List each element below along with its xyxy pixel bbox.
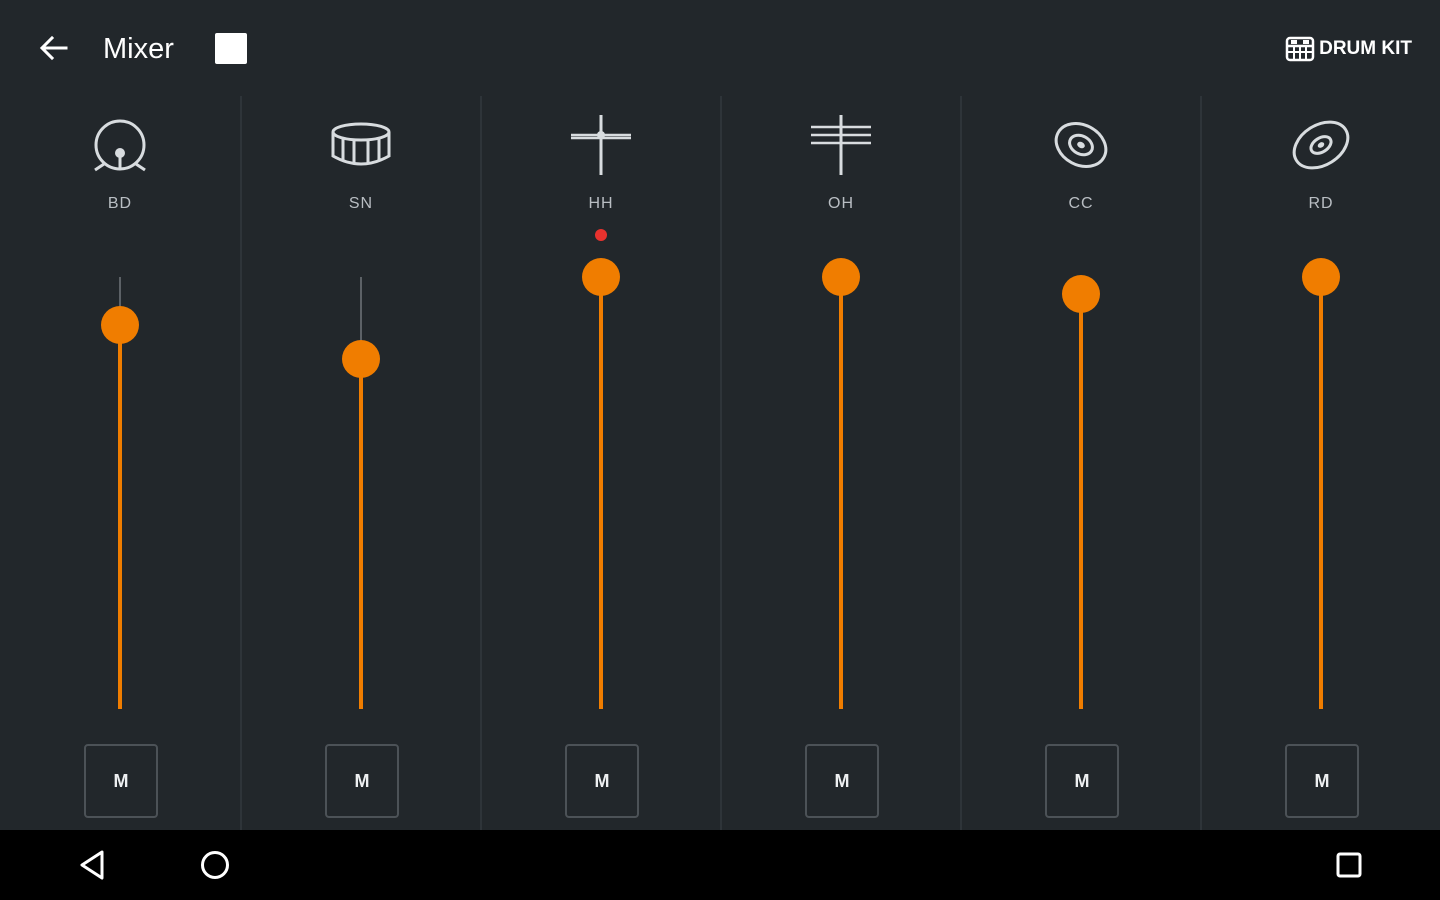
fader-knob[interactable] xyxy=(822,258,860,296)
channel-sn: SN M xyxy=(240,96,480,830)
fader-level-fill xyxy=(359,359,363,709)
fader-knob[interactable] xyxy=(582,258,620,296)
nav-back-button[interactable] xyxy=(72,845,112,885)
nav-back-icon xyxy=(80,850,104,880)
top-app-bar: Mixer DRUM KIT xyxy=(0,0,1440,96)
drum-kit-button[interactable]: DRUM KIT xyxy=(1285,32,1412,66)
nav-home-icon xyxy=(201,851,229,879)
nav-recents-icon xyxy=(1336,852,1362,878)
fader-level-fill xyxy=(1319,277,1323,709)
stop-button[interactable] xyxy=(214,32,248,64)
channel-label: CC xyxy=(1068,195,1094,212)
mixer-screen: Mixer DRUM KIT BD M SN M HH M OH M CC M … xyxy=(0,0,1440,900)
channel-cc: CC M xyxy=(960,96,1200,830)
volume-fader[interactable] xyxy=(1051,275,1111,709)
mixer-channels: BD M SN M HH M OH M CC M RD M xyxy=(0,96,1440,830)
snare-drum-icon xyxy=(325,112,397,178)
channel-label: RD xyxy=(1308,195,1334,212)
volume-fader[interactable] xyxy=(811,258,871,709)
back-button[interactable] xyxy=(30,28,78,68)
mute-button[interactable]: M xyxy=(805,744,879,818)
volume-fader[interactable] xyxy=(331,277,391,709)
fader-level-fill xyxy=(118,325,122,709)
channel-rd: RD M xyxy=(1200,96,1440,830)
channel-label: BD xyxy=(107,195,133,212)
page-title: Mixer xyxy=(103,33,174,65)
system-navigation-bar xyxy=(0,830,1440,900)
open-hi-hat-icon xyxy=(805,112,877,178)
hi-hat-icon xyxy=(565,112,637,178)
crash-cymbal-icon xyxy=(1045,112,1117,178)
fader-knob[interactable] xyxy=(1302,258,1340,296)
arrow-left-icon xyxy=(39,35,68,61)
bass-drum-icon xyxy=(84,112,156,178)
nav-recents-button[interactable] xyxy=(1329,845,1369,885)
fader-knob[interactable] xyxy=(101,306,139,344)
fader-knob[interactable] xyxy=(342,340,380,378)
fader-level-fill xyxy=(1079,294,1083,709)
channel-label: HH xyxy=(588,195,614,212)
stop-square-icon xyxy=(215,32,247,64)
drum-kit-icon xyxy=(1285,36,1315,62)
volume-fader[interactable] xyxy=(1291,258,1351,709)
mute-button[interactable]: M xyxy=(325,744,399,818)
channel-hh: HH M xyxy=(480,96,720,830)
mute-button[interactable]: M xyxy=(1045,744,1119,818)
fader-knob[interactable] xyxy=(1062,275,1100,313)
channel-label: OH xyxy=(828,195,854,212)
volume-fader[interactable] xyxy=(90,277,150,709)
nav-home-button[interactable] xyxy=(195,845,235,885)
drum-kit-label: DRUM KIT xyxy=(1319,38,1412,59)
volume-fader[interactable] xyxy=(571,258,631,709)
mute-button[interactable]: M xyxy=(1285,744,1359,818)
fader-level-fill xyxy=(599,277,603,709)
fader-level-fill xyxy=(839,277,843,709)
mute-button[interactable]: M xyxy=(84,744,158,818)
channel-bd: BD M xyxy=(0,96,240,830)
ride-cymbal-icon xyxy=(1285,112,1357,178)
channel-label: SN xyxy=(348,195,374,212)
peak-indicator xyxy=(595,229,607,241)
channel-oh: OH M xyxy=(720,96,960,830)
mute-button[interactable]: M xyxy=(565,744,639,818)
